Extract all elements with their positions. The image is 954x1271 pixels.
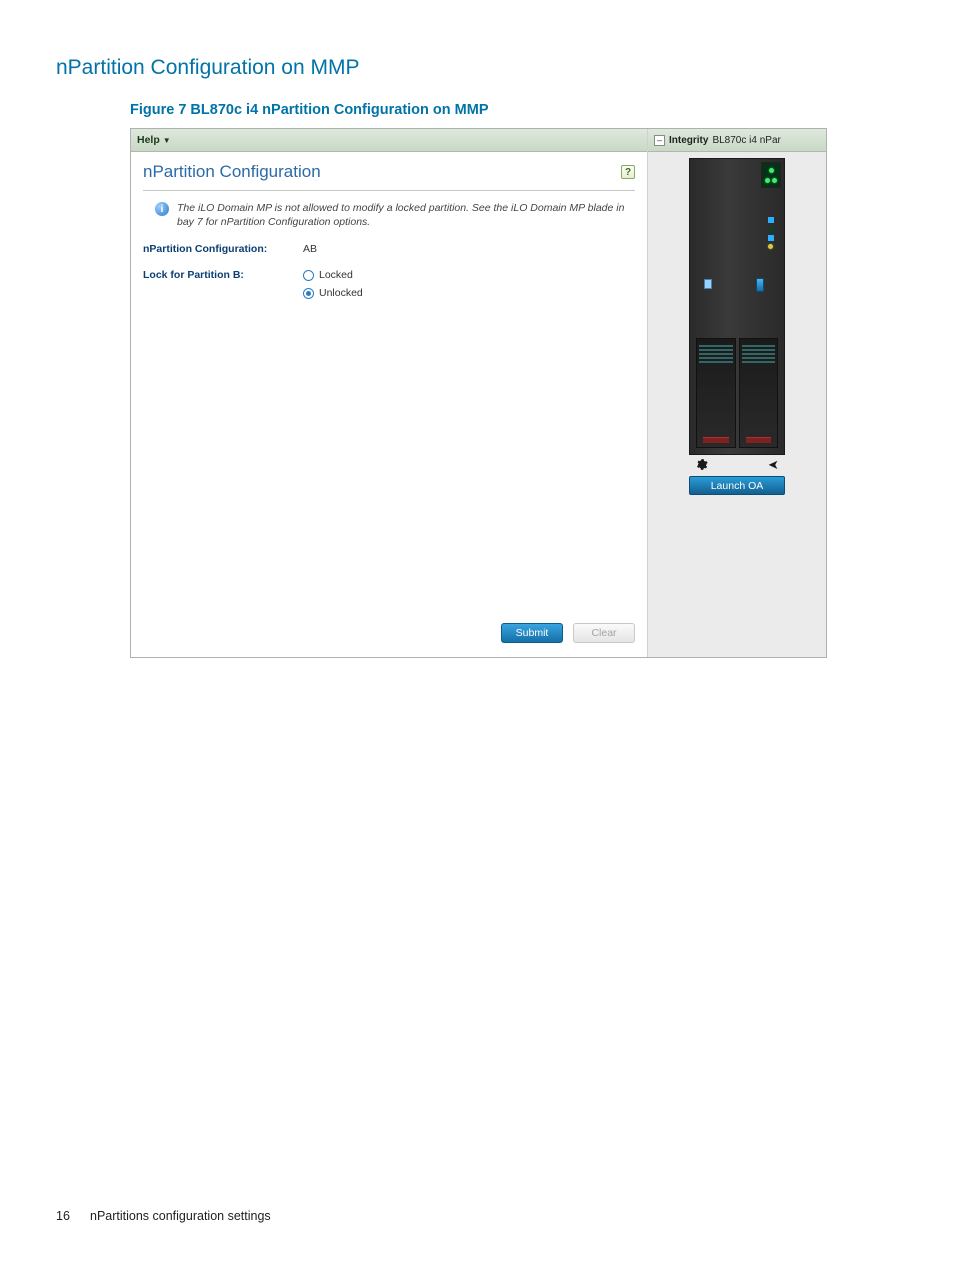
page-number: 16 bbox=[56, 1209, 74, 1223]
screenshot-container: Help ▼ nPartition Configuration ? i The … bbox=[130, 128, 827, 658]
document-section-heading: nPartition Configuration on MMP bbox=[56, 56, 898, 80]
gear-icon[interactable] bbox=[695, 458, 708, 471]
info-icon: i bbox=[155, 202, 169, 216]
info-text: The iLO Domain MP is not allowed to modi… bbox=[177, 201, 635, 229]
clear-button: Clear bbox=[573, 623, 635, 643]
collapse-icon[interactable]: – bbox=[654, 135, 665, 146]
pointer-icon[interactable]: ➤ bbox=[768, 458, 779, 471]
context-help-icon[interactable]: ? bbox=[621, 165, 635, 179]
radio-option-locked[interactable]: Locked bbox=[303, 269, 363, 281]
footer-section-title: nPartitions configuration settings bbox=[90, 1209, 271, 1223]
npartition-config-label: nPartition Configuration: bbox=[143, 243, 303, 255]
radio-unlocked-input[interactable] bbox=[303, 288, 314, 299]
side-panel-header: – Integrity BL870c i4 nPar bbox=[648, 129, 826, 152]
radio-locked-label: Locked bbox=[319, 269, 353, 281]
side-panel-body: ➤ Launch OA bbox=[648, 152, 826, 657]
blade-image[interactable] bbox=[689, 158, 785, 455]
figure-caption: Figure 7 BL870c i4 nPartition Configurat… bbox=[130, 102, 898, 118]
side-panel: – Integrity BL870c i4 nPar bbox=[648, 129, 826, 657]
radio-locked-input[interactable] bbox=[303, 270, 314, 281]
radio-unlocked-label: Unlocked bbox=[319, 287, 363, 299]
menubar: Help ▼ bbox=[131, 129, 647, 152]
lock-radio-group: Locked Unlocked bbox=[303, 269, 363, 299]
product-family-label: Integrity bbox=[669, 135, 708, 146]
info-message: i The iLO Domain MP is not allowed to mo… bbox=[131, 201, 647, 229]
lock-partition-b-label: Lock for Partition B: bbox=[143, 269, 303, 281]
product-model-label: BL870c i4 nPar bbox=[712, 135, 780, 146]
page-footer: 16 nPartitions configuration settings bbox=[56, 1209, 898, 1223]
help-menu-label: Help bbox=[137, 134, 160, 146]
launch-oa-button[interactable]: Launch OA bbox=[689, 476, 785, 495]
npartition-config-value: AB bbox=[303, 243, 317, 255]
radio-option-unlocked[interactable]: Unlocked bbox=[303, 287, 363, 299]
divider bbox=[143, 190, 635, 191]
main-panel: Help ▼ nPartition Configuration ? i The … bbox=[131, 129, 648, 657]
page-title: nPartition Configuration bbox=[143, 162, 321, 182]
dropdown-arrow-icon: ▼ bbox=[163, 136, 171, 145]
button-bar: Submit Clear bbox=[131, 623, 647, 657]
help-menu[interactable]: Help ▼ bbox=[137, 134, 171, 146]
submit-button[interactable]: Submit bbox=[501, 623, 563, 643]
